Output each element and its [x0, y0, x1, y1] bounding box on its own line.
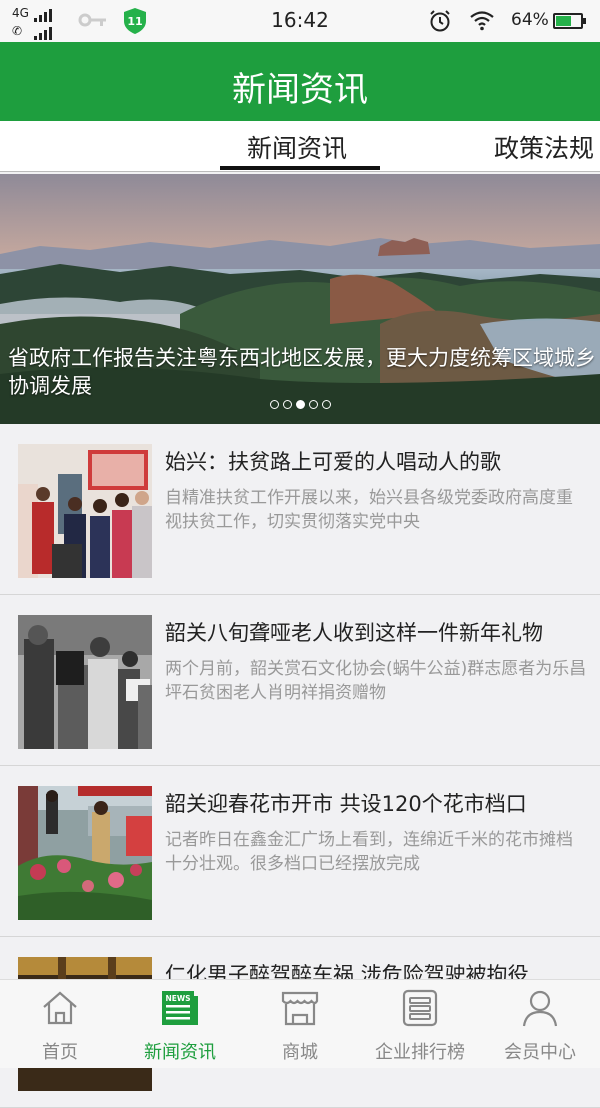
battery-level-fill: [556, 16, 572, 26]
news-title[interactable]: 始兴：扶贫路上可爱的人唱动人的歌: [165, 446, 501, 476]
bottom-navigation: 首页 NEWS 新闻资讯 商城 企业排行榜 会员中心: [0, 979, 600, 1068]
news-summary: 自精准扶贫工作开展以来，始兴县各级党委政府高度重视扶贫工作，切实贯彻落实党中央: [165, 488, 573, 532]
nav-member[interactable]: 会员中心: [480, 980, 600, 1068]
news-thumbnail: [18, 615, 152, 749]
carousel-indicators: [0, 400, 600, 409]
nav-label: 首页: [42, 1042, 78, 1063]
nav-store[interactable]: 商城: [240, 980, 360, 1068]
home-icon: [43, 991, 77, 1025]
user-icon: [522, 990, 558, 1027]
nav-label: 商城: [282, 1042, 318, 1063]
app-header: 新闻资讯: [0, 42, 600, 121]
banner-carousel[interactable]: 省政府工作报告关注粤东西北地区发展，更大力度统筹区域城乡协调发展: [0, 174, 600, 424]
status-bar: 4G ✆ 11 16:42 64%: [0, 0, 600, 42]
carousel-dot[interactable]: [269, 400, 279, 409]
news-icon: NEWS: [162, 991, 198, 1025]
carousel-dot[interactable]: [282, 400, 292, 409]
nav-label: 企业排行榜: [375, 1042, 465, 1063]
nav-news[interactable]: NEWS 新闻资讯: [120, 980, 240, 1068]
wifi-icon: [470, 11, 494, 31]
carousel-dot[interactable]: [308, 400, 318, 409]
news-title[interactable]: 韶关迎春花市开市 共设120个花市档口: [165, 788, 527, 818]
ranking-icon: [402, 989, 438, 1027]
nav-ranking[interactable]: 企业排行榜: [360, 980, 480, 1068]
battery-percentage: 64%: [511, 10, 549, 30]
news-summary: 两个月前，韶关赏石文化协会(蜗牛公益)群志愿者为乐昌坪石贫困老人肖明祥捐资赠物: [165, 659, 587, 703]
active-tab-indicator: [220, 166, 380, 170]
news-item[interactable]: 韶关八旬聋哑老人收到这样一件新年礼物 两个月前，韶关赏石文化协会(蜗牛公益)群志…: [0, 595, 600, 766]
page-title: 新闻资讯: [232, 70, 368, 110]
banner-caption[interactable]: 省政府工作报告关注粤东西北地区发展，更大力度统筹区域城乡协调发展: [8, 344, 596, 400]
category-tabs: 新闻资讯 政策法规: [0, 121, 600, 172]
news-thumbnail: [18, 444, 152, 578]
tab-news[interactable]: 新闻资讯: [247, 129, 347, 165]
news-thumbnail: [18, 786, 152, 920]
nav-label: 新闻资讯: [144, 1042, 216, 1063]
carousel-dot[interactable]: [295, 400, 305, 409]
battery-icon: [553, 13, 586, 29]
clock: 16:42: [271, 8, 329, 32]
alarm-icon: [430, 10, 450, 32]
tab-policy[interactable]: 政策法规: [494, 129, 594, 165]
news-item[interactable]: 始兴：扶贫路上可爱的人唱动人的歌 自精准扶贫工作开展以来，始兴县各级党委政府高度…: [0, 424, 600, 595]
carousel-dot[interactable]: [321, 400, 331, 409]
nav-home[interactable]: 首页: [0, 980, 120, 1068]
news-icon-badge: NEWS: [165, 994, 190, 1003]
store-icon: [281, 991, 319, 1026]
nav-label: 会员中心: [504, 1042, 576, 1063]
news-summary: 记者昨日在鑫金汇广场上看到，连绵近千米的花市摊档十分壮观。很多档口已经摆放完成: [165, 830, 573, 874]
news-title[interactable]: 韶关八旬聋哑老人收到这样一件新年礼物: [165, 617, 543, 647]
news-item[interactable]: 韶关迎春花市开市 共设120个花市档口 记者昨日在鑫金汇广场上看到，连绵近千米的…: [0, 766, 600, 937]
